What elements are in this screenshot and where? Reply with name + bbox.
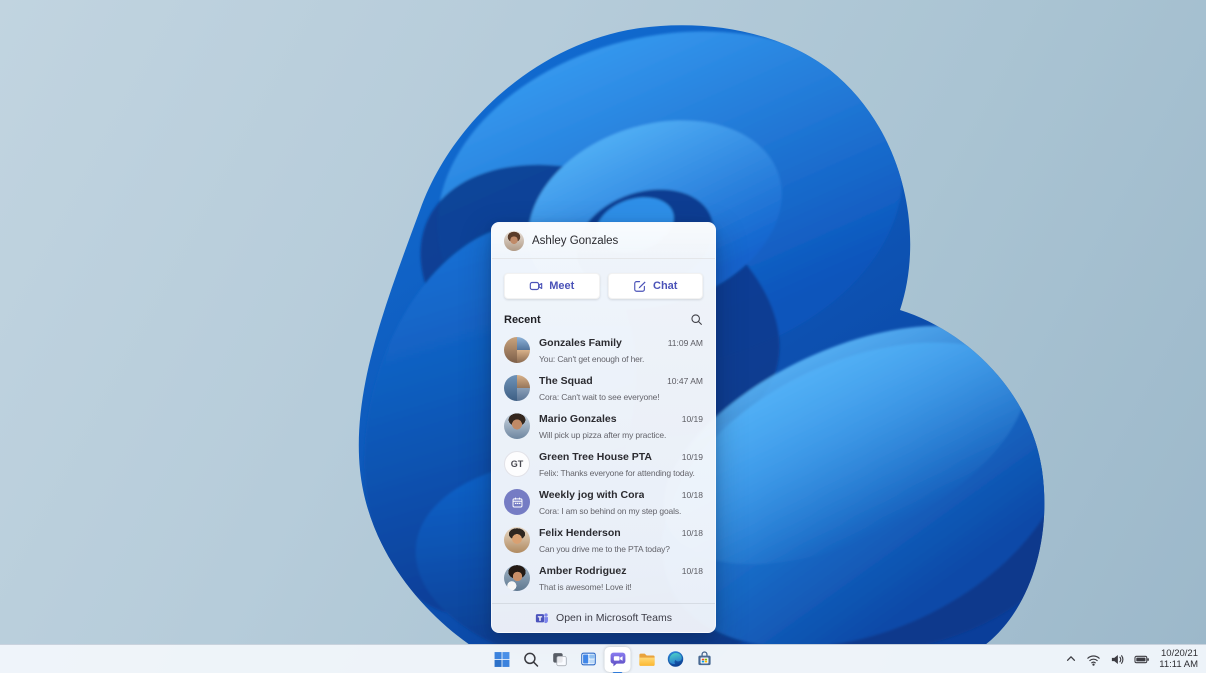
open-in-teams-button[interactable]: Open in Microsoft Teams bbox=[529, 610, 678, 626]
taskbar-center-icons bbox=[489, 646, 718, 672]
conversation-message: Will pick up pizza after my practice. bbox=[539, 430, 667, 440]
conversation-timestamp: 10/19 bbox=[681, 414, 703, 424]
conversation-message: Felix: Thanks everyone for attending tod… bbox=[539, 468, 695, 478]
battery-icon[interactable] bbox=[1134, 652, 1150, 667]
taskbar-tray: 10/20/21 11:11 AM bbox=[1065, 648, 1198, 670]
conversation-timestamp: 10/19 bbox=[681, 452, 703, 462]
chat-bubble-icon bbox=[608, 650, 627, 669]
conversation-name: Gonzales Family bbox=[539, 337, 622, 349]
conversation-list-item[interactable]: GT Green Tree House PTA 10/19 Felix: Thanks… bbox=[492, 446, 715, 484]
widgets-icon bbox=[580, 650, 598, 668]
taskbar-start-button[interactable] bbox=[489, 647, 515, 672]
initials-avatar: GT bbox=[504, 451, 530, 477]
conversation-list-item[interactable]: The Squad 10:47 AM Cora: Can't wait to see… bbox=[492, 370, 715, 408]
taskbar-search-button[interactable] bbox=[518, 647, 544, 672]
tray-date: 10/20/21 bbox=[1161, 648, 1198, 659]
conversation-list-item[interactable]: Gonzales Family 11:09 AM You: Can't get en… bbox=[492, 332, 715, 370]
tray-time: 11:11 AM bbox=[1159, 659, 1198, 670]
store-icon bbox=[696, 650, 714, 668]
conversation-list: Gonzales Family 11:09 AM You: Can't get en… bbox=[492, 332, 715, 603]
edge-icon bbox=[667, 650, 685, 668]
conversation-timestamp: 10/18 bbox=[681, 528, 703, 538]
tray-clock[interactable]: 10/20/21 11:11 AM bbox=[1159, 648, 1198, 670]
conversation-name: Green Tree House PTA bbox=[539, 451, 653, 463]
conversation-message: You: Can't get enough of her. bbox=[539, 354, 645, 364]
conversation-list-item[interactable]: Amber Rodriguez 10/18 That is awesome! Lov… bbox=[492, 560, 715, 598]
taskbar-widgets-button[interactable] bbox=[576, 647, 602, 672]
photo-avatar bbox=[504, 565, 530, 591]
conversation-message: Cora: I am so behind on my step goals. bbox=[539, 506, 682, 516]
conversation-timestamp: 11:09 AM bbox=[667, 338, 703, 348]
photo-avatar bbox=[504, 413, 530, 439]
chat-button[interactable]: Chat bbox=[607, 273, 703, 299]
conversation-name: Weekly jog with Cora bbox=[539, 489, 645, 501]
conversation-name: Amber Rodriguez bbox=[539, 565, 627, 577]
conversation-list-item[interactable]: Weekly jog with Cora 10/18 Cora: I am so b… bbox=[492, 484, 715, 522]
taskbar-edge-button[interactable] bbox=[663, 647, 689, 672]
desktop: Ashley Gonzales Meet Chat Recent Gonzale… bbox=[0, 0, 1206, 673]
meet-button-label: Meet bbox=[549, 280, 575, 292]
conversation-list-item[interactable]: Felix Henderson 10/18 Can you drive me to … bbox=[492, 522, 715, 560]
compose-icon bbox=[633, 279, 647, 293]
search-icon[interactable] bbox=[690, 313, 703, 326]
meet-button[interactable]: Meet bbox=[504, 273, 600, 299]
teams-icon bbox=[535, 611, 549, 625]
taskbar-chat-button[interactable] bbox=[604, 646, 631, 672]
taskbar-store-button[interactable] bbox=[692, 647, 718, 672]
task-view-icon bbox=[551, 650, 569, 668]
conversation-name: The Squad bbox=[539, 375, 593, 387]
chat-button-label: Chat bbox=[653, 280, 678, 292]
conversation-name: Mario Gonzales bbox=[539, 413, 617, 425]
conversation-timestamp: 10/18 bbox=[681, 490, 703, 500]
teams-chat-flyout: Ashley Gonzales Meet Chat Recent Gonzale… bbox=[491, 222, 716, 633]
conversation-name: Felix Henderson bbox=[539, 527, 621, 539]
flyout-footer: Open in Microsoft Teams bbox=[492, 603, 715, 632]
taskbar-task-view-button[interactable] bbox=[547, 647, 573, 672]
conversation-timestamp: 10/18 bbox=[681, 566, 703, 576]
photo-avatar bbox=[504, 337, 530, 363]
user-avatar[interactable] bbox=[504, 230, 524, 251]
open-in-teams-label: Open in Microsoft Teams bbox=[556, 612, 672, 624]
chevron-up-icon[interactable] bbox=[1065, 653, 1077, 665]
recent-header: Recent bbox=[492, 299, 715, 332]
conversation-message: Can you drive me to the PTA today? bbox=[539, 544, 670, 554]
conversation-message: That is awesome! Love it! bbox=[539, 582, 632, 592]
photo-avatar bbox=[504, 527, 530, 553]
action-buttons: Meet Chat bbox=[492, 259, 715, 299]
conversation-list-item[interactable]: Mario Gonzales 10/19 Will pick up pizza af… bbox=[492, 408, 715, 446]
wifi-icon[interactable] bbox=[1086, 652, 1101, 667]
photo-avatar bbox=[504, 375, 530, 401]
taskbar-search-icon bbox=[522, 651, 539, 668]
user-name: Ashley Gonzales bbox=[532, 234, 619, 247]
conversation-timestamp: 10:47 AM bbox=[667, 376, 703, 386]
calendar-avatar-icon bbox=[504, 489, 530, 515]
recent-title: Recent bbox=[504, 313, 541, 326]
flyout-header: Ashley Gonzales bbox=[492, 223, 715, 259]
volume-icon[interactable] bbox=[1110, 652, 1125, 667]
folder-icon bbox=[637, 650, 656, 669]
taskbar: 10/20/21 11:11 AM bbox=[0, 644, 1206, 673]
conversation-message: Cora: Can't wait to see everyone! bbox=[539, 392, 660, 402]
start-icon bbox=[493, 651, 510, 668]
video-camera-icon bbox=[529, 279, 543, 293]
taskbar-file-explorer-button[interactable] bbox=[634, 647, 660, 672]
